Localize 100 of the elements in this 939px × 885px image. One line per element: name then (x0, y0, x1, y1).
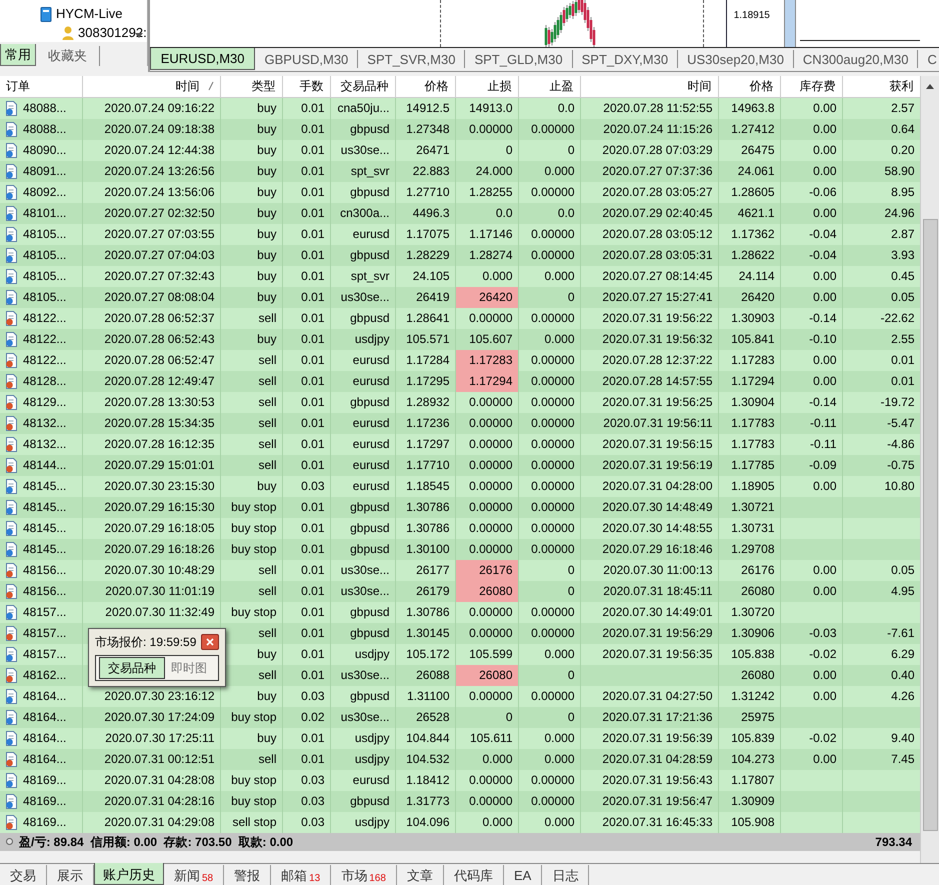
table-row[interactable]: 48145... 2020.07.29 16:15:30 buy stop 0.01 gbpusd 1.30786 0.00000 0.00000 2020.07.30 14:48:49 1.30721 (0, 496, 920, 518)
count-label: 58 (202, 873, 214, 885)
chart-tab[interactable]: SPT_DXY,M30 (572, 50, 678, 68)
table-row[interactable]: 48122... 2020.07.28 06:52:47 sell 0.01 eurusd 1.17284 1.17283 0.00000 2020.07.28 12:37:22 1.17283 0.00 0.01 (0, 350, 920, 370)
summary-text: 盈/亏: 89.84 信用额: 0.00 存款: 703.50 取款: 0.00 (19, 834, 294, 850)
table-row[interactable]: 48156... 2020.07.30 10:48:29 sell 0.01 us30se... 26177 26176 0 2020.07.30 11:00:13 26176 0.00 0.05 (0, 560, 920, 580)
order-icon (5, 416, 19, 430)
scrollbar[interactable] (920, 76, 939, 863)
table-row[interactable]: 48132... 2020.07.28 16:12:35 sell 0.01 eurusd 1.17297 0.00000 0.00000 2020.07.31 19:56:15 1.17783 -0.11 -4.86 (0, 434, 920, 454)
order-icon (5, 814, 19, 830)
order-icon (5, 352, 19, 368)
navigator-item[interactable]: HYCM-Live (56, 6, 122, 22)
table-row[interactable]: 48105... 2020.07.27 07:03:55 buy 0.01 eurusd 1.17075 1.17146 0.00000 2020.07.28 03:05:12 1.17362 -0.04 2.87 (0, 224, 920, 244)
column-header[interactable]: 获利 (842, 76, 920, 97)
order-icon (5, 500, 19, 514)
column-header[interactable]: 类型 (220, 76, 282, 97)
sort-icon (208, 81, 214, 92)
chart-tab[interactable]: GBPUSD,M30 (255, 50, 358, 68)
chart-tab[interactable]: SPT_GLD,M30 (465, 50, 573, 68)
column-header[interactable]: 手数 (282, 76, 330, 97)
column-header[interactable]: 时间 (580, 76, 718, 97)
table-row[interactable]: 48090... 2020.07.24 12:44:38 buy 0.01 us30se... 26471 0 0 2020.07.28 07:03:29 26475 0.00 0.20 (0, 140, 920, 160)
table-row[interactable]: 48105... 2020.07.27 07:32:43 buy 0.01 spt_svr 24.105 0.000 0.000 2020.07.27 08:14:45 24.114 0.00 0.45 (0, 266, 920, 286)
chart-tab[interactable]: CN300aug20,M30 (794, 50, 918, 68)
order-icon (5, 584, 19, 598)
navigator-tab[interactable]: 常用 (0, 44, 36, 66)
terminal-tab[interactable]: 交易 (0, 865, 47, 885)
chart-tab[interactable]: C (918, 50, 939, 68)
server-icon (40, 6, 52, 22)
table-row[interactable]: 48144... 2020.07.29 15:01:01 sell 0.01 eurusd 1.17710 0.00000 0.00000 2020.07.31 19:56:19 1.17785 -0.09 -0.75 (0, 454, 920, 476)
table-row[interactable]: 48088... 2020.07.24 09:16:22 buy 0.01 cna50ju... 14912.5 14913.0 0.0 2020.07.28 11:52:55 14963.8 0.00 2.57 (0, 97, 920, 118)
table-row[interactable]: 48164... 2020.07.30 23:16:12 buy 0.03 gbpusd 1.31100 0.00000 0.00000 2020.07.31 04:27:50 1.31242 0.00 4.26 (0, 686, 920, 706)
table-row[interactable]: 48164... 2020.07.30 17:24:09 buy stop 0.02 us30se... 26528 0 0 2020.07.31 17:21:36 25975 (0, 706, 920, 728)
order-icon (5, 668, 19, 682)
terminal-tab[interactable]: 账户历史 (94, 863, 164, 885)
table-row[interactable]: 48132... 2020.07.28 15:34:35 sell 0.01 eurusd 1.17236 0.00000 0.00000 2020.07.31 19:56:11 1.17783 -0.11 -5.47 (0, 412, 920, 434)
table-row[interactable]: 48145... 2020.07.29 16:18:26 buy stop 0.01 gbpusd 1.30100 0.00000 0.00000 2020.07.29 16:18:46 1.29708 (0, 538, 920, 560)
terminal-tab[interactable]: 日志 (542, 865, 590, 885)
table-row[interactable]: 48122... 2020.07.28 06:52:43 buy 0.01 usdjpy 105.571 105.607 0.000 2020.07.31 19:56:32 105.841 -0.10 2.55 (0, 328, 920, 350)
table-row[interactable]: 48088... 2020.07.24 09:18:38 buy 0.01 gbpusd 1.27348 0.00000 0.00000 2020.07.24 11:15:26 1.27412 0.00 0.64 (0, 118, 920, 140)
column-header[interactable]: 交易品种 (330, 76, 395, 97)
chart-tab[interactable]: EURUSD,M30 (150, 48, 256, 70)
table-row[interactable]: 48092... 2020.07.24 13:56:06 buy 0.01 gbpusd 1.27710 1.28255 0.00000 2020.07.28 03:05:27 1.28605 -0.06 8.95 (0, 182, 920, 202)
table-row[interactable]: 48105... 2020.07.27 08:08:04 buy 0.01 us30se... 26419 26420 0 2020.07.27 15:27:41 26420 0.00 0.05 (0, 286, 920, 308)
order-icon (5, 394, 19, 410)
table-row[interactable]: 48128... 2020.07.28 12:49:47 sell 0.01 eurusd 1.17295 1.17294 0.00000 2020.07.28 14:57:55 1.17294 0.00 0.01 (0, 370, 920, 392)
order-icon (5, 542, 19, 556)
order-icon (5, 794, 19, 808)
scroll-up-icon[interactable] (926, 84, 934, 89)
chart-splitter[interactable] (784, 0, 796, 47)
terminal-tab[interactable]: 警报 (224, 865, 272, 885)
table-row[interactable]: 48101... 2020.07.27 02:32:50 buy 0.01 cn300a... 4496.3 0.0 0.0 2020.07.29 02:40:45 4621.1 0.00 24.96 (0, 202, 920, 224)
order-icon (5, 184, 19, 200)
order-icon (5, 374, 19, 388)
table-row[interactable]: 48122... 2020.07.28 06:52:37 sell 0.01 gbpusd 1.28641 0.00000 0.00000 2020.07.31 19:56:22 1.30903 -0.14 -22.62 (0, 308, 920, 328)
table-row[interactable]: 48145... 2020.07.29 16:18:05 buy stop 0.01 gbpusd 1.30786 0.00000 0.00000 2020.07.30 14:48:55 1.30731 (0, 518, 920, 538)
table-row[interactable]: 48164... 2020.07.31 00:12:51 sell 0.01 usdjpy 104.532 0.000 0.000 2020.07.31 04:28:59 104.273 0.00 7.45 (0, 748, 920, 770)
column-header[interactable]: 止损 (455, 76, 518, 97)
price-label: 1.18915 (734, 9, 770, 23)
order-icon (5, 688, 19, 704)
scrollbar-thumb[interactable] (922, 219, 938, 831)
table-cell: 26080 (455, 664, 518, 686)
order-icon (5, 290, 19, 304)
order-icon (5, 478, 19, 494)
terminal-tab[interactable]: 代码库 (444, 865, 504, 885)
count-label: 13 (309, 873, 320, 885)
column-header[interactable]: 止盈 (518, 76, 580, 97)
navigator-item[interactable]: 308301292: (78, 25, 147, 41)
order-icon (5, 122, 19, 136)
terminal-tab[interactable]: 文章 (396, 865, 444, 885)
table-row[interactable]: 48169... 2020.07.31 04:28:16 buy stop 0.03 gbpusd 1.31773 0.00000 0.00000 2020.07.31 19:56:47 1.30909 (0, 790, 920, 812)
table-row[interactable]: 48169... 2020.07.31 04:28:08 buy stop 0.03 eurusd 1.18412 0.00000 0.00000 2020.07.31 19:56:43 1.17807 (0, 770, 920, 790)
table-cell: 1.17294 (455, 370, 518, 392)
chart-tab[interactable]: SPT_SVR,M30 (358, 50, 466, 68)
chart-tab[interactable]: US30sep20,M30 (678, 50, 794, 68)
table-row[interactable]: 48156... 2020.07.30 11:01:19 sell 0.01 us30se... 26179 26080 0 2020.07.31 18:45:11 26080 0.00 4.95 (0, 580, 920, 602)
terminal-tab[interactable]: EA (504, 865, 542, 885)
column-header[interactable]: 时间 (82, 76, 220, 97)
order-icon (5, 562, 19, 578)
table-row[interactable]: 48129... 2020.07.28 13:30:53 sell 0.01 gbpusd 1.28932 0.00000 0.00000 2020.07.31 19:56:25 1.30904 -0.14 -19.72 (0, 392, 920, 412)
table-row[interactable]: 48105... 2020.07.27 07:04:03 buy 0.01 gbpusd 1.28229 1.28274 0.00000 2020.07.28 03:05:31 1.28622 -0.04 3.93 (0, 244, 920, 266)
order-icon (5, 772, 19, 788)
popup-tab[interactable]: 交易品种 (99, 657, 165, 679)
column-header[interactable]: 价格 (395, 76, 455, 97)
order-icon (5, 332, 19, 346)
order-icon (5, 752, 19, 766)
order-icon (5, 730, 19, 746)
column-header[interactable]: 库存费 (780, 76, 842, 97)
navigator-tab[interactable]: 收藏夹 (36, 46, 100, 66)
order-icon (5, 646, 19, 662)
column-header[interactable]: 价格 (718, 76, 780, 97)
table-row[interactable]: 48145... 2020.07.30 23:15:30 buy 0.03 eurusd 1.18545 0.00000 0.00000 2020.07.31 04:28:00 1.18905 0.00 10.80 (0, 476, 920, 496)
column-header[interactable]: 订单 (0, 76, 82, 97)
close-button[interactable] (201, 634, 219, 650)
scrollbar-down-arrow-icon[interactable] (134, 33, 143, 38)
table-row[interactable]: 48091... 2020.07.24 13:26:56 buy 0.01 spt_svr 22.883 24.000 0.000 2020.07.27 07:37:36 24.061 0.00 58.90 (0, 160, 920, 182)
table-row[interactable]: 48157... 2020.07.30 11:32:49 buy stop 0.01 gbpusd 1.30786 0.00000 0.00000 2020.07.30 14:49:01 1.30720 (0, 602, 920, 622)
table-row[interactable]: 48164... 2020.07.30 17:25:11 buy 0.01 usdjpy 104.844 105.611 0.000 2020.07.31 19:56:39 105.839 -0.02 9.40 (0, 728, 920, 748)
order-icon (5, 100, 19, 116)
table-row[interactable]: 48169... 2020.07.31 04:29:08 sell stop 0.03 usdjpy 104.096 0.000 0.000 2020.07.31 16:45:33 105.908 (0, 812, 920, 832)
